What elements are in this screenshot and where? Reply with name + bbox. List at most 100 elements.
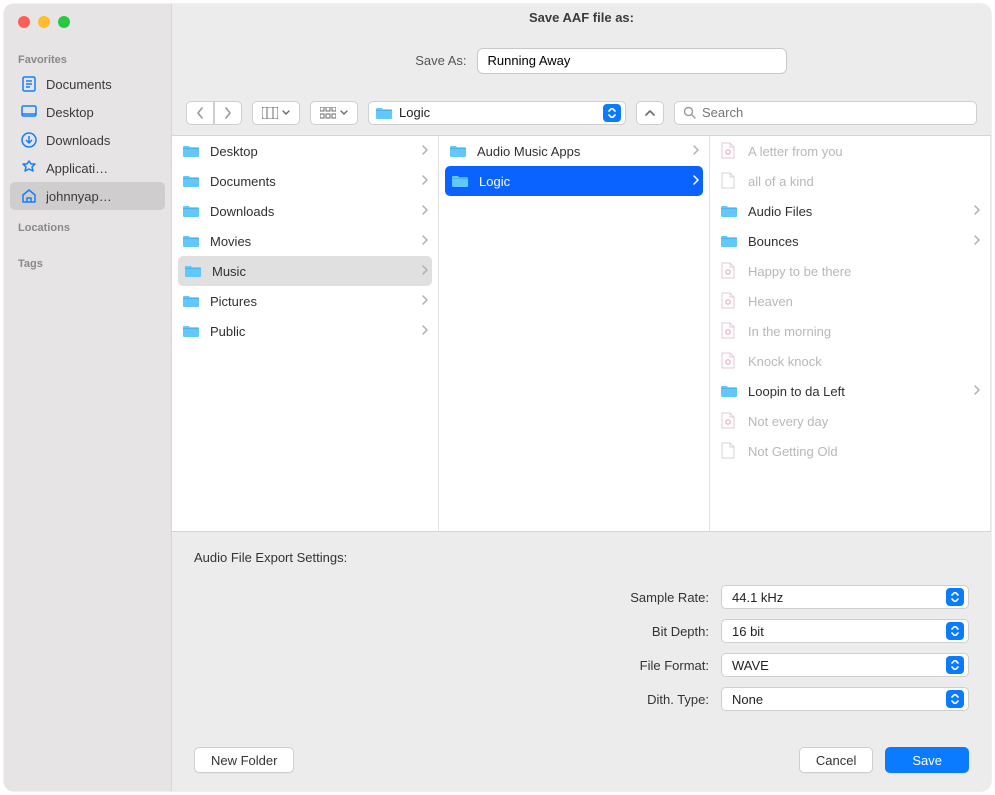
- column-browser: Desktop Documents Downloads Movies Music: [172, 136, 991, 532]
- browser-row[interactable]: Bounces: [710, 226, 990, 256]
- file-icon: [720, 293, 740, 309]
- folder-icon: [182, 233, 202, 249]
- browser-row[interactable]: Desktop: [172, 136, 438, 166]
- sidebar-item-label: Downloads: [46, 133, 110, 148]
- browser-row[interactable]: Knock knock: [710, 346, 990, 376]
- chevron-up-icon: [645, 109, 655, 117]
- row-label: Not every day: [748, 414, 980, 429]
- search-icon: [683, 106, 696, 119]
- file-format-popup[interactable]: WAVE: [721, 653, 969, 677]
- folder-icon: [375, 106, 393, 120]
- columns-icon: [262, 107, 278, 119]
- browser-row[interactable]: Music: [178, 256, 432, 286]
- browser-column-1: Desktop Documents Downloads Movies Music: [172, 136, 439, 531]
- row-label: Movies: [210, 234, 408, 249]
- sidebar-item-label: johnnyap…: [46, 189, 112, 204]
- sample-rate-popup[interactable]: 44.1 kHz: [721, 585, 969, 609]
- sidebar-item[interactable]: Downloads: [10, 126, 165, 154]
- folder-icon: [451, 173, 471, 189]
- row-label: A letter from you: [748, 144, 980, 159]
- search-field[interactable]: [674, 101, 977, 125]
- sidebar-item-label: Applicati…: [46, 161, 108, 176]
- dither-type-value: None: [732, 692, 946, 707]
- row-label: Happy to be there: [748, 264, 980, 279]
- browser-row[interactable]: Pictures: [172, 286, 438, 316]
- nav-forward-button[interactable]: [214, 101, 242, 125]
- bit-depth-popup[interactable]: 16 bit: [721, 619, 969, 643]
- updown-arrows-icon: [946, 690, 964, 708]
- row-label: Bounces: [748, 234, 960, 249]
- browser-row[interactable]: Audio Music Apps: [439, 136, 709, 166]
- row-label: Music: [212, 264, 408, 279]
- cancel-button[interactable]: Cancel: [799, 747, 873, 773]
- location-popup[interactable]: Logic: [368, 101, 626, 125]
- sidebar-heading-locations: Locations: [4, 216, 171, 238]
- nav-back-button[interactable]: [186, 101, 214, 125]
- file-icon: [720, 353, 740, 369]
- sidebar-heading-favorites: Favorites: [4, 48, 171, 70]
- row-label: Audio Files: [748, 204, 960, 219]
- view-columns-button[interactable]: [252, 101, 300, 125]
- chevron-right-icon: [968, 234, 980, 248]
- row-label: Logic: [479, 174, 679, 189]
- browser-row[interactable]: Documents: [172, 166, 438, 196]
- file-format-label: File Format:: [609, 658, 709, 673]
- folder-icon: [182, 293, 202, 309]
- browser-row[interactable]: In the morning: [710, 316, 990, 346]
- chevron-right-icon: [968, 204, 980, 218]
- browser-row[interactable]: Happy to be there: [710, 256, 990, 286]
- zoom-window-button[interactable]: [58, 16, 70, 28]
- minimize-window-button[interactable]: [38, 16, 50, 28]
- chevron-right-icon: [416, 174, 428, 188]
- folder-icon: [720, 233, 740, 249]
- sidebar-item[interactable]: Applicati…: [10, 154, 165, 182]
- updown-arrows-icon: [946, 656, 964, 674]
- chevron-right-icon: [416, 264, 428, 278]
- sidebar: Favorites Documents Desktop Downloads Ap…: [4, 4, 172, 791]
- bit-depth-value: 16 bit: [732, 624, 946, 639]
- row-label: Public: [210, 324, 408, 339]
- row-label: Loopin to da Left: [748, 384, 960, 399]
- browser-row[interactable]: Audio Files: [710, 196, 990, 226]
- sidebar-item-label: Documents: [46, 77, 112, 92]
- enclosing-folder-button[interactable]: [636, 101, 664, 125]
- file-icon: [720, 173, 740, 189]
- nav-back-forward: [186, 101, 242, 125]
- dialog-title: Save AAF file as:: [172, 4, 991, 32]
- folder-icon: [720, 383, 740, 399]
- browser-row[interactable]: Loopin to da Left: [710, 376, 990, 406]
- updown-arrows-icon: [946, 622, 964, 640]
- dither-type-label: Dith. Type:: [609, 692, 709, 707]
- browser-column-3: A letter from you all of a kind Audio Fi…: [710, 136, 991, 531]
- browser-row[interactable]: Heaven: [710, 286, 990, 316]
- row-label: all of a kind: [748, 174, 980, 189]
- group-by-button[interactable]: [310, 101, 358, 125]
- sidebar-item[interactable]: johnnyap…: [10, 182, 165, 210]
- browser-row[interactable]: Logic: [445, 166, 703, 196]
- save-as-input[interactable]: [477, 48, 787, 74]
- export-settings-panel: Audio File Export Settings: Sample Rate:…: [172, 532, 991, 733]
- row-label: In the morning: [748, 324, 980, 339]
- chevron-down-icon: [340, 110, 348, 116]
- browser-row[interactable]: Downloads: [172, 196, 438, 226]
- downloads-icon: [20, 131, 38, 149]
- sidebar-item[interactable]: Documents: [10, 70, 165, 98]
- desktop-icon: [20, 103, 38, 121]
- folder-icon: [182, 323, 202, 339]
- browser-row[interactable]: Movies: [172, 226, 438, 256]
- search-input[interactable]: [702, 105, 968, 120]
- home-icon: [20, 187, 38, 205]
- row-label: Heaven: [748, 294, 980, 309]
- doc-icon: [20, 75, 38, 93]
- save-button[interactable]: Save: [885, 747, 969, 773]
- close-window-button[interactable]: [18, 16, 30, 28]
- browser-row[interactable]: Not every day: [710, 406, 990, 436]
- browser-row[interactable]: A letter from you: [710, 136, 990, 166]
- grid-icon: [320, 107, 336, 119]
- browser-row[interactable]: all of a kind: [710, 166, 990, 196]
- new-folder-button[interactable]: New Folder: [194, 747, 294, 773]
- sidebar-item[interactable]: Desktop: [10, 98, 165, 126]
- dither-type-popup[interactable]: None: [721, 687, 969, 711]
- browser-row[interactable]: Public: [172, 316, 438, 346]
- browser-row[interactable]: Not Getting Old: [710, 436, 990, 466]
